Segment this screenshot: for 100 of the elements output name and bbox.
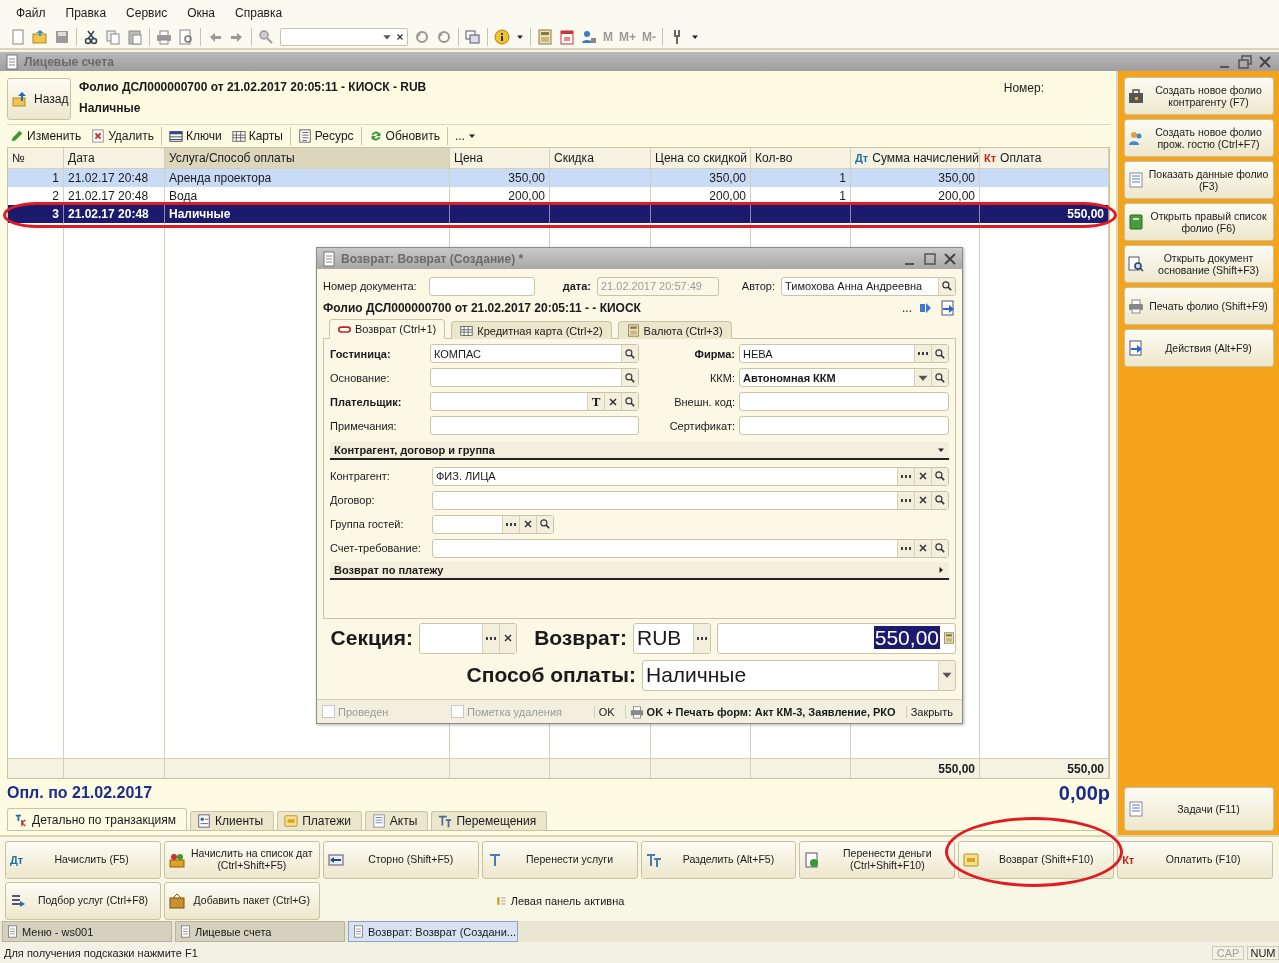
toolbar-button[interactable]: ... — [451, 129, 479, 143]
field-button[interactable] — [931, 491, 948, 509]
calendar-icon[interactable] — [559, 29, 575, 45]
clipboard-icon[interactable] — [127, 29, 143, 45]
user-lock-icon[interactable] — [581, 29, 597, 45]
dialog-button[interactable]: OK + Печать форм: Акт КМ-3, Заявление, РКО — [624, 704, 900, 719]
section-header[interactable]: Контрагент, договор и группа — [330, 442, 949, 460]
payment-method-dropdown[interactable]: Наличные — [642, 659, 956, 691]
input-field[interactable]: ФИЗ. ЛИЦА — [432, 466, 949, 486]
menu-item[interactable]: Правка — [57, 4, 115, 22]
tab[interactable]: Клиенты — [190, 811, 275, 830]
input-field[interactable] — [432, 490, 949, 510]
side-button[interactable]: Открыть правый список фолио (F6) — [1124, 203, 1274, 241]
field-button[interactable] — [519, 515, 536, 533]
input-field[interactable] — [429, 276, 535, 296]
field-button[interactable] — [897, 491, 914, 509]
action-button[interactable]: Добавить пакет (Ctrl+G) — [163, 882, 320, 920]
field-button[interactable]: T — [587, 393, 604, 410]
action-button[interactable]: Возврат (Shift+F10) — [958, 841, 1115, 879]
action-button[interactable]: Сторно (Shift+F5) — [322, 841, 479, 879]
author-field[interactable]: Тимохова Анна Андреевна — [781, 276, 956, 296]
field-button[interactable] — [499, 623, 516, 653]
field-button[interactable] — [938, 660, 955, 690]
table-row[interactable]: 1 21.02.17 20:48 Аренда проектора 350,00 350,00 1 350,00 — [8, 169, 1109, 187]
input-field[interactable]: T — [430, 392, 639, 411]
currency-field[interactable]: RUB — [633, 622, 711, 654]
menu-item[interactable]: Сервис — [118, 4, 176, 22]
tab[interactable]: Детально по транзакциям — [7, 808, 188, 830]
field-button[interactable] — [914, 467, 931, 485]
side-button[interactable]: Показать данные фолио (F3) — [1124, 161, 1274, 199]
column-header[interactable]: № — [8, 148, 64, 169]
action-button[interactable]: Перенести услуги — [481, 841, 638, 879]
column-header[interactable]: Скидка — [550, 148, 651, 169]
input-field[interactable]: НЕВА — [739, 344, 949, 363]
action-button[interactable]: Подбор услуг (Ctrl+F8) — [5, 882, 161, 920]
field-button[interactable] — [482, 623, 499, 653]
field-button[interactable] — [897, 467, 914, 485]
field-button[interactable] — [897, 539, 914, 557]
side-button[interactable]: Действия (Alt+F9) — [1124, 329, 1274, 367]
field-button[interactable] — [914, 491, 931, 509]
field-button[interactable] — [931, 539, 948, 557]
scissors-icon[interactable] — [83, 29, 99, 45]
toolbar-button[interactable]: Карты — [228, 129, 286, 143]
toolbar-button[interactable]: Удалить — [88, 129, 157, 143]
back-button[interactable]: Назад — [7, 77, 71, 120]
calculator-icon[interactable] — [537, 29, 553, 45]
column-header[interactable]: Кол-во — [751, 148, 851, 169]
dialog-button[interactable]: Закрыть — [905, 705, 957, 718]
table-row[interactable]: 3 21.02.17 20:48 Наличные 550,00 — [8, 205, 1109, 223]
field-button[interactable] — [502, 515, 519, 533]
section-header[interactable]: Возврат по платежу — [330, 562, 949, 580]
tab[interactable]: Платежи — [277, 811, 362, 830]
tab[interactable]: Акты — [364, 811, 429, 830]
input-field[interactable] — [739, 392, 949, 411]
field-button[interactable] — [938, 277, 955, 295]
action-button[interactable]: Разделить (Alt+F5) — [640, 841, 797, 879]
field-button[interactable] — [693, 623, 710, 653]
toolbar-button[interactable]: Ресурс — [294, 129, 357, 143]
column-header[interactable]: Кт Оплата — [980, 148, 1109, 169]
field-button[interactable] — [621, 369, 638, 386]
info-icon[interactable] — [494, 29, 510, 45]
find-next-icon[interactable] — [436, 29, 452, 45]
input-field[interactable] — [430, 416, 639, 435]
column-header[interactable]: Дата — [64, 148, 165, 169]
taskbar-item[interactable]: Возврат: Возврат (Создани... — [348, 921, 518, 942]
column-header[interactable]: Дт Сумма начислений — [851, 148, 980, 169]
windows-icon[interactable] — [465, 29, 481, 45]
dialog-tab[interactable]: Возврат (Ctrl+1) — [329, 319, 446, 339]
more-button[interactable]: ... — [902, 301, 912, 315]
field-button[interactable] — [604, 393, 621, 410]
input-field[interactable] — [430, 368, 639, 387]
input-field[interactable]: КОМПАС — [430, 344, 639, 363]
action-button[interactable]: Дт Начислить (F5) — [5, 841, 161, 879]
side-button[interactable]: Печать фолио (Shift+F9) — [1124, 287, 1274, 325]
column-header[interactable]: Услуга/Способ оплаты — [165, 148, 450, 169]
action-button[interactable]: Перенести деньги (Ctrl+Shift+F10) — [799, 841, 956, 879]
side-button[interactable]: Открыть документ основание (Shift+F3) — [1124, 245, 1274, 283]
search-icon[interactable] — [258, 29, 274, 45]
taskbar-item[interactable]: Меню - ws001 — [2, 921, 172, 942]
tab[interactable]: Перемещения — [431, 811, 548, 830]
toolbar-button[interactable]: Изменить — [7, 129, 85, 143]
field-button[interactable] — [931, 345, 948, 362]
toolbar-button[interactable]: Ключи — [165, 129, 225, 143]
tasks-button[interactable]: Задачи (F11) — [1124, 787, 1274, 831]
side-button[interactable]: Создать новое фолио прож. гостю (Ctrl+F7) — [1124, 119, 1274, 157]
printer-icon[interactable] — [156, 29, 172, 45]
menu-item[interactable]: Окна — [179, 4, 224, 22]
section-field[interactable] — [419, 622, 517, 654]
field-button[interactable] — [536, 515, 553, 533]
field-button[interactable] — [914, 369, 931, 386]
find-next-icon[interactable] — [414, 29, 430, 45]
input-field[interactable] — [432, 538, 949, 558]
side-button[interactable]: Создать новое фолио контрагенту (F7) — [1124, 77, 1274, 115]
input-field[interactable] — [739, 416, 949, 435]
input-field[interactable] — [432, 514, 554, 534]
dialog-tab[interactable]: Кредитная карта (Ctrl+2) — [451, 321, 612, 339]
close-icon[interactable] — [942, 250, 958, 267]
close-icon[interactable] — [1257, 53, 1273, 70]
action-button[interactable]: Начислить на список дат (Ctrl+Shift+F5) — [163, 841, 320, 879]
column-header[interactable]: Цена — [450, 148, 550, 169]
